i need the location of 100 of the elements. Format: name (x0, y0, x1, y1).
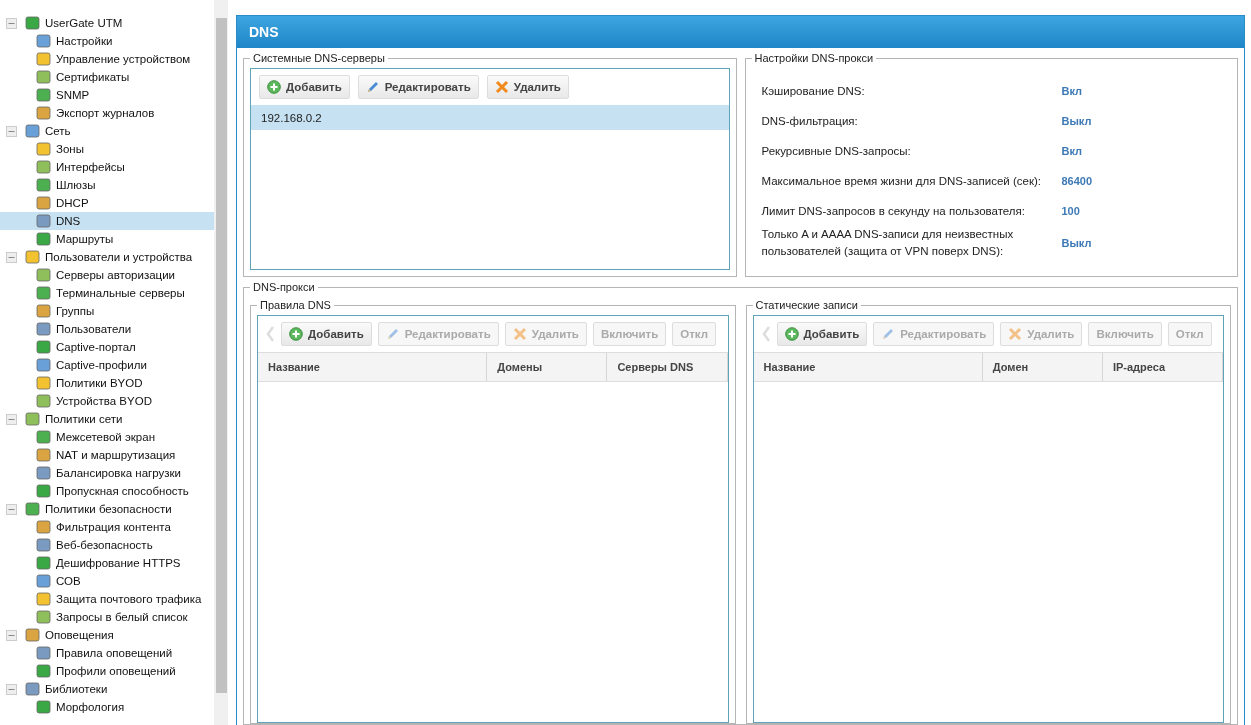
tree-item[interactable]: Пользователи (0, 320, 214, 338)
square-icon (25, 681, 41, 697)
column-header[interactable]: Название (258, 353, 488, 381)
tree-item[interactable]: Морфология (0, 698, 214, 716)
square-icon (36, 645, 52, 661)
square-icon (36, 87, 52, 103)
square-icon (36, 663, 52, 679)
square-icon (36, 483, 52, 499)
tree-item[interactable]: DNS (0, 212, 214, 230)
tree-item[interactable]: Межсетевой экран (0, 428, 214, 446)
tree-item[interactable]: Маршруты (0, 230, 214, 248)
setting-label: Лимит DNS-запросов в секунду на пользователя: (761, 203, 1026, 219)
column-header[interactable]: Название (753, 353, 983, 381)
tree-item[interactable]: NAT и маршрутизация (0, 446, 214, 464)
group-title: Системные DNS-серверы (252, 52, 386, 64)
square-icon (36, 177, 52, 193)
square-icon (36, 267, 52, 283)
square-icon (36, 573, 52, 589)
tree-item[interactable]: Пользователи и устройства (0, 248, 214, 266)
tree-item[interactable]: Защита почтового трафика (0, 590, 214, 608)
tree-item[interactable]: Серверы авторизации (0, 266, 214, 284)
collapse-icon[interactable] (6, 17, 17, 29)
square-icon (36, 519, 52, 535)
tree-item[interactable]: Сеть (0, 122, 214, 140)
server-row[interactable]: 192.168.0.2 (251, 105, 729, 130)
square-icon (36, 69, 52, 85)
tree-item[interactable]: Интерфейсы (0, 158, 214, 176)
plus-icon (267, 80, 281, 94)
square-icon (36, 213, 52, 229)
collapse-icon[interactable] (6, 683, 17, 695)
setting-value[interactable]: 100 (1061, 205, 1080, 217)
square-icon (36, 465, 52, 481)
group-title: DNS-прокси (252, 281, 316, 293)
column-header[interactable]: Домены (487, 353, 608, 381)
tree-item[interactable]: Сертификаты (0, 68, 214, 86)
tree-item[interactable]: Пропускная способность (0, 482, 214, 500)
add-button[interactable]: Добавить (281, 322, 372, 346)
collapse-icon[interactable] (6, 413, 17, 425)
tree-item[interactable]: Запросы в белый список (0, 608, 214, 626)
square-icon (36, 303, 52, 319)
square-icon (36, 375, 52, 391)
tree-item[interactable]: Настройки (0, 32, 214, 50)
group-title: Правила DNS (259, 299, 332, 311)
tree-item[interactable]: Шлюзы (0, 176, 214, 194)
tree-item[interactable]: Профили оповещений (0, 662, 214, 680)
collapse-icon[interactable] (6, 251, 17, 263)
tree-item[interactable]: Captive-профили (0, 356, 214, 374)
tree-item[interactable]: Балансировка нагрузки (0, 464, 214, 482)
collapse-icon[interactable] (6, 629, 17, 641)
tree-item[interactable]: DHCP (0, 194, 214, 212)
add-button[interactable]: Добавить (259, 75, 350, 99)
column-header[interactable]: Домен (982, 353, 1103, 381)
setting-value[interactable]: 86400 (1061, 175, 1093, 187)
tree-item[interactable]: Терминальные серверы (0, 284, 214, 302)
tree-item[interactable]: СОВ (0, 572, 214, 590)
setting-label: Рекурсивные DNS-запросы: (761, 143, 912, 159)
column-header[interactable]: IP-адреса (1102, 353, 1223, 381)
tree-item[interactable]: UserGate UTM (0, 14, 214, 32)
tree-item[interactable]: Веб-безопасность (0, 536, 214, 554)
setting-value[interactable]: Вкл (1061, 85, 1083, 97)
tree-item[interactable]: Фильтрация контента (0, 518, 214, 536)
delete-button[interactable]: Удалить (486, 75, 569, 99)
tree-item[interactable]: Captive-портал (0, 338, 214, 356)
square-icon (36, 321, 52, 337)
tree-item[interactable]: Политики BYOD (0, 374, 214, 392)
square-icon (36, 609, 52, 625)
collapse-icon[interactable] (6, 503, 17, 515)
collapse-icon[interactable] (6, 125, 17, 137)
column-header[interactable]: Серверы DNS (607, 353, 728, 381)
tree-item[interactable]: Правила оповещений (0, 644, 214, 662)
scrollbar[interactable] (214, 0, 228, 725)
tree-item[interactable]: Политики безопасности (0, 500, 214, 518)
setting-label: Максимальное время жизни для DNS-записей (сек): (761, 173, 1042, 189)
square-icon (25, 411, 41, 427)
tree-item[interactable]: Управление устройством (0, 50, 214, 68)
setting-label: Кэширование DNS: (761, 83, 866, 99)
cross-icon (512, 327, 527, 341)
tree-item[interactable]: Зоны (0, 140, 214, 158)
setting-value[interactable]: Вкл (1061, 145, 1083, 157)
cross-icon (494, 80, 509, 94)
edit-button[interactable]: Редактировать (357, 75, 479, 99)
tree-item[interactable]: Группы (0, 302, 214, 320)
tree-item[interactable]: Библиотеки (0, 680, 214, 698)
setting-label: DNS-фильтрация: (761, 113, 859, 129)
square-icon (36, 447, 52, 463)
square-icon (36, 339, 52, 355)
tree-item[interactable]: SNMP (0, 86, 214, 104)
setting-value[interactable]: Выкл (1061, 237, 1092, 249)
square-icon (25, 501, 41, 517)
tree-item[interactable]: Оповещения (0, 626, 214, 644)
pencil-icon (881, 327, 896, 341)
square-icon (36, 537, 52, 553)
tree-item[interactable]: Дешифрование HTTPS (0, 554, 214, 572)
tree-item[interactable]: Экспорт журналов (0, 104, 214, 122)
tree-item[interactable]: Политики сети (0, 410, 214, 428)
add-button[interactable]: Добавить (776, 322, 868, 346)
square-icon (36, 195, 52, 211)
pencil-icon (385, 327, 400, 341)
setting-value[interactable]: Выкл (1061, 115, 1092, 127)
tree-item[interactable]: Устройства BYOD (0, 392, 214, 410)
